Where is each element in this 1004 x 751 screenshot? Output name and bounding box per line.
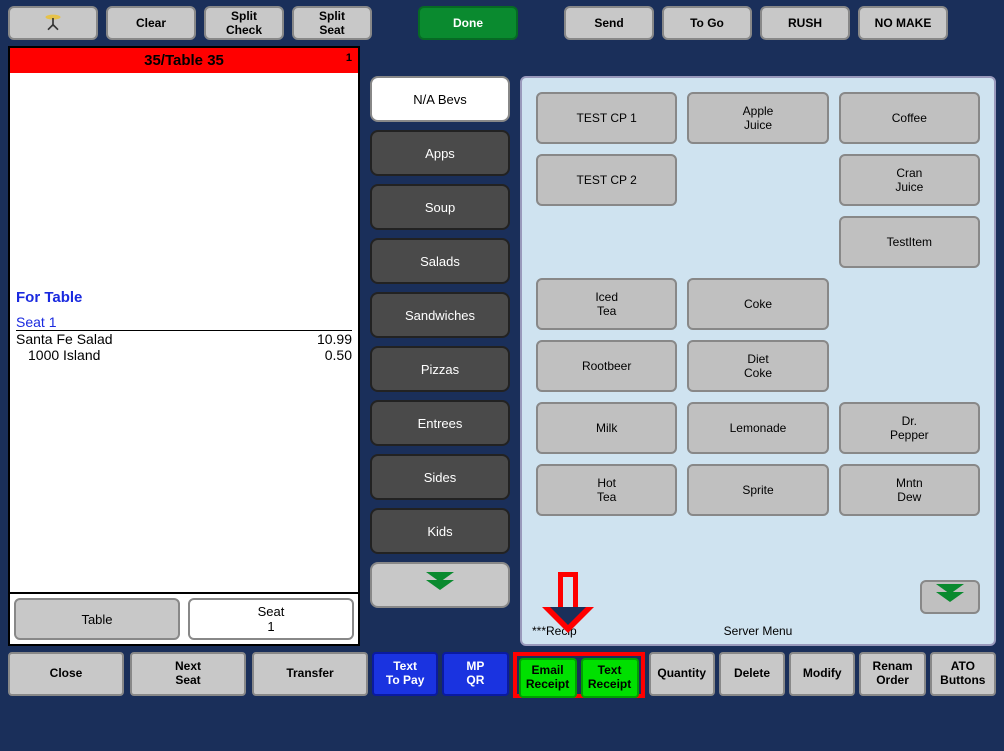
chevron-down-icon [936, 592, 964, 602]
for-table-label: For Table [16, 289, 352, 306]
top-action-bar: Clear Split Check Split Seat Done Send T… [0, 0, 1004, 46]
ticket-footer: Table Seat 1 [10, 592, 358, 644]
menu-item-button[interactable]: Dr. Pepper [839, 402, 980, 454]
menu-item-button[interactable]: Cran Juice [839, 154, 980, 206]
text-to-pay-button[interactable]: Text To Pay [372, 652, 438, 696]
seat-button-label: Seat [258, 604, 285, 619]
menu-item-button[interactable]: TestItem [839, 216, 980, 268]
ato-buttons-button[interactable]: ATO Buttons [930, 652, 996, 696]
ticket-line[interactable]: Santa Fe Salad 10.99 [16, 331, 352, 347]
category-soup[interactable]: Soup [370, 184, 510, 230]
bottom-right-group: Text To Pay MP QR Email Receipt Text Rec… [372, 652, 996, 698]
items-wrap: TEST CP 1Apple JuiceCoffee TEST CP 2 Cran … [520, 46, 996, 646]
text-receipt-button[interactable]: Text Receipt [581, 658, 639, 698]
menu-item-button[interactable]: Diet Coke [687, 340, 828, 392]
send-button[interactable]: Send [564, 6, 654, 40]
ticket-line-price: 10.99 [317, 331, 352, 347]
nomake-button[interactable]: NO MAKE [858, 6, 948, 40]
next-seat-button[interactable]: Next Seat [130, 652, 246, 696]
menu-item-button[interactable]: TEST CP 1 [536, 92, 677, 144]
ticket-header: 35/Table 35 1 [10, 48, 358, 73]
togo-button[interactable]: To Go [662, 6, 752, 40]
items-scroll-down[interactable] [920, 580, 980, 614]
server-menu-label: Server Menu [724, 624, 793, 638]
ticket-line-name: 1000 Island [16, 347, 100, 363]
table-icon-button[interactable] [8, 6, 98, 40]
category-column: N/A Bevs Apps Soup Salads Sandwiches Piz… [370, 46, 510, 646]
close-button[interactable]: Close [8, 652, 124, 696]
ticket-body: For Table Seat 1 Santa Fe Salad 10.99 10… [10, 73, 358, 592]
menu-item-button[interactable]: Apple Juice [687, 92, 828, 144]
category-entrees[interactable]: Entrees [370, 400, 510, 446]
menu-item-button[interactable]: Iced Tea [536, 278, 677, 330]
ticket-line-price: 0.50 [325, 347, 352, 363]
chevron-down-icon [426, 580, 454, 590]
split-check-button[interactable]: Split Check [204, 6, 284, 40]
category-apps[interactable]: Apps [370, 130, 510, 176]
seat-1-label: Seat 1 [16, 314, 352, 331]
ticket-header-num: 1 [346, 52, 352, 64]
items-grid: TEST CP 1Apple JuiceCoffee TEST CP 2 Cran … [536, 92, 980, 516]
modify-button[interactable]: Modify [789, 652, 855, 696]
menu-item-button[interactable]: Lemonade [687, 402, 828, 454]
receipt-highlight-box: Email Receipt Text Receipt [513, 652, 645, 698]
bottom-left-group: Close Next Seat Transfer [8, 652, 368, 698]
seat-button[interactable]: Seat 1 [188, 598, 354, 640]
email-receipt-button[interactable]: Email Receipt [519, 658, 577, 698]
category-sides[interactable]: Sides [370, 454, 510, 500]
menu-item-button[interactable]: Milk [536, 402, 677, 454]
delete-button[interactable]: Delete [719, 652, 785, 696]
transfer-button[interactable]: Transfer [252, 652, 368, 696]
seat-button-num: 1 [267, 619, 274, 634]
ticket-line-name: Santa Fe Salad [16, 331, 113, 347]
quantity-button[interactable]: Quantity [649, 652, 715, 696]
category-na-bevs[interactable]: N/A Bevs [370, 76, 510, 122]
category-salads[interactable]: Salads [370, 238, 510, 284]
mp-qr-button[interactable]: MP QR [442, 652, 508, 696]
menu-item-button[interactable]: Coffee [839, 92, 980, 144]
ticket-title: 35/Table 35 [144, 52, 224, 69]
category-sandwiches[interactable]: Sandwiches [370, 292, 510, 338]
menu-item-button[interactable]: Mntn Dew [839, 464, 980, 516]
pedestal-table-icon [43, 13, 63, 33]
items-panel: TEST CP 1Apple JuiceCoffee TEST CP 2 Cran … [520, 76, 996, 646]
menu-item-button[interactable]: Hot Tea [536, 464, 677, 516]
done-button[interactable]: Done [418, 6, 518, 40]
recip-label: ***Recip [532, 624, 577, 638]
menu-item-button[interactable]: Sprite [687, 464, 828, 516]
bottom-bar: Close Next Seat Transfer Text To Pay MP … [0, 652, 1004, 704]
split-seat-button[interactable]: Split Seat [292, 6, 372, 40]
items-panel-footer: ***Recip Server Menu [522, 624, 994, 638]
category-kids[interactable]: Kids [370, 508, 510, 554]
rush-button[interactable]: RUSH [760, 6, 850, 40]
ticket-panel: 35/Table 35 1 For Table Seat 1 Santa Fe … [8, 46, 360, 646]
clear-button[interactable]: Clear [106, 6, 196, 40]
table-button[interactable]: Table [14, 598, 180, 640]
menu-item-button[interactable]: TEST CP 2 [536, 154, 677, 206]
main-area: 35/Table 35 1 For Table Seat 1 Santa Fe … [0, 46, 1004, 652]
menu-item-button[interactable]: Coke [687, 278, 828, 330]
category-pizzas[interactable]: Pizzas [370, 346, 510, 392]
category-scroll-down[interactable] [370, 562, 510, 608]
menu-item-button[interactable]: Rootbeer [536, 340, 677, 392]
ticket-line[interactable]: 1000 Island 0.50 [16, 347, 352, 363]
rename-order-button[interactable]: Renam Order [859, 652, 925, 696]
